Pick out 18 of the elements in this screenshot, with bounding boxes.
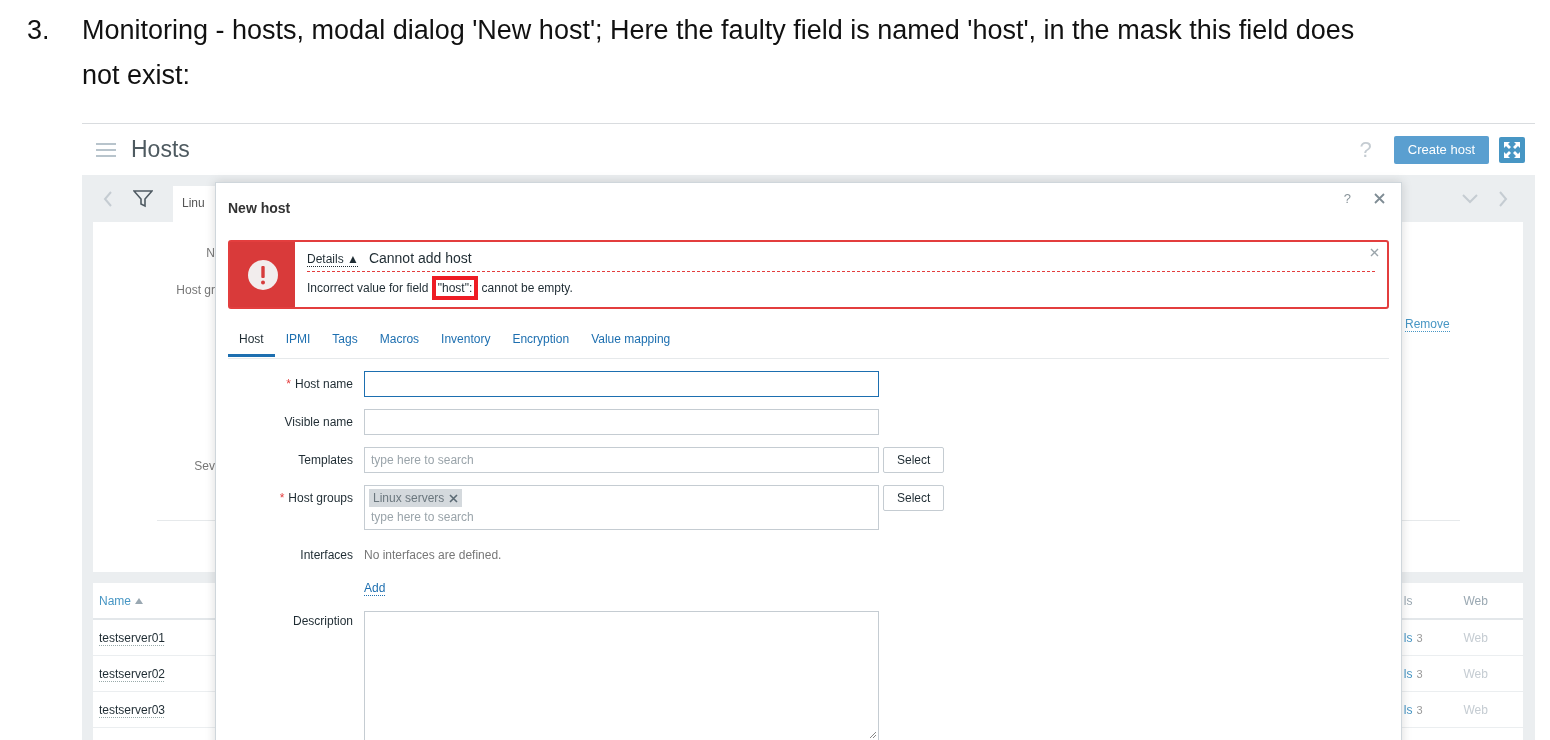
page-title: Hosts bbox=[131, 136, 190, 163]
count: 3 bbox=[1416, 667, 1423, 680]
field-label: Templates bbox=[297, 452, 353, 469]
field-label: Description bbox=[291, 613, 353, 630]
error-detail: Incorrect value for field "host": cannot be empty. bbox=[307, 274, 573, 301]
filter-label: N bbox=[206, 246, 215, 260]
field-label: * Host groups bbox=[278, 490, 353, 507]
filter-label: Sev bbox=[194, 459, 215, 473]
error-title: Cannot add host bbox=[368, 250, 472, 266]
field-label: * Host name bbox=[285, 376, 353, 393]
filter-label: Host gr bbox=[176, 283, 215, 297]
field-label: Visible name bbox=[283, 414, 353, 431]
paragraph: Monitoring - hosts, modal dialog 'New host'; Here the faulty field is named 'host', in the mask this field does not exist: bbox=[82, 14, 1356, 92]
interfaces-note: No interfaces are defined. bbox=[364, 547, 503, 562]
list-number: 3. bbox=[26, 14, 51, 47]
count: 3 bbox=[1416, 631, 1423, 644]
count: 3 bbox=[1416, 703, 1423, 716]
field-label: Interfaces bbox=[299, 547, 353, 564]
